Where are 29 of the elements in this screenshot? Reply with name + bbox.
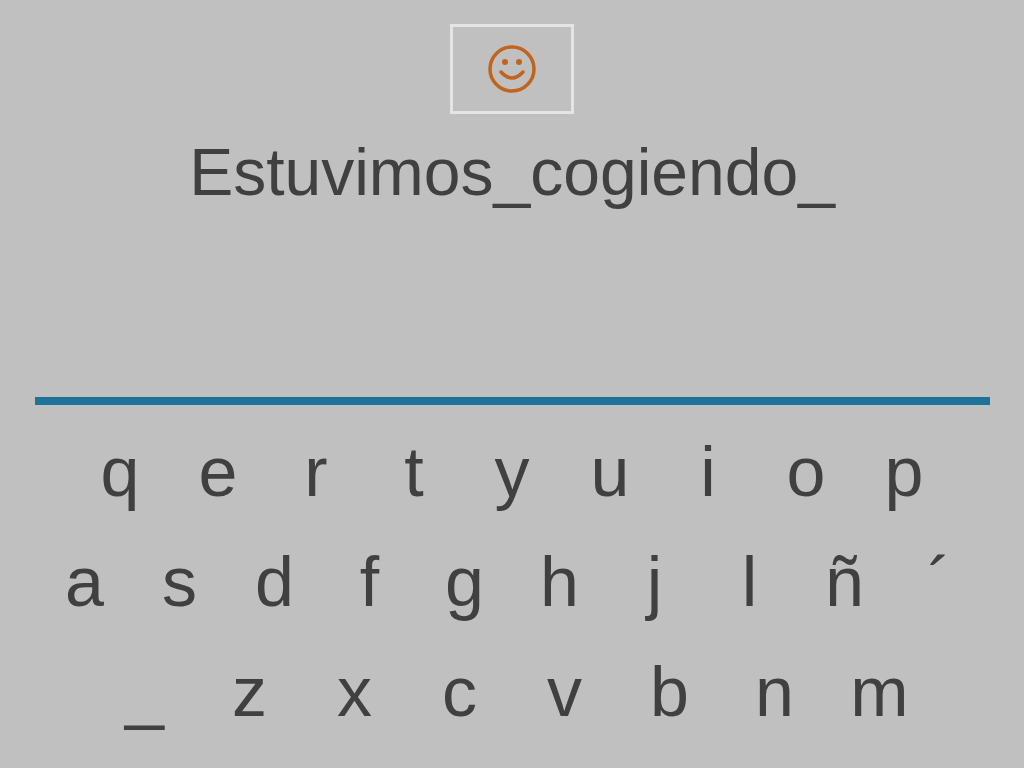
letter-key[interactable]: x (302, 647, 407, 737)
letter-key[interactable]: o (757, 427, 855, 517)
letter-key[interactable]: t (365, 427, 463, 517)
letter-key[interactable]: _ (92, 647, 197, 737)
letter-key[interactable]: e (169, 427, 267, 517)
letter-key[interactable]: s (132, 537, 227, 627)
letter-key[interactable]: g (417, 537, 512, 627)
letter-key[interactable]: l (702, 537, 797, 627)
phrase-text: Estuvimos_cogiendo_ (189, 134, 835, 211)
letter-key[interactable]: z (197, 647, 302, 737)
letter-key[interactable]: i (659, 427, 757, 517)
letter-key[interactable]: ñ (797, 537, 892, 627)
letter-key[interactable]: u (561, 427, 659, 517)
letter-key[interactable]: j (607, 537, 702, 627)
letter-key[interactable]: m (827, 647, 932, 737)
letter-key[interactable]: p (855, 427, 953, 517)
letter-key[interactable]: c (407, 647, 512, 737)
letter-key[interactable]: q (71, 427, 169, 517)
letter-key[interactable]: r (267, 427, 365, 517)
letter-key[interactable]: v (512, 647, 617, 737)
letter-key[interactable]: a (37, 537, 132, 627)
letter-key[interactable]: ´ (892, 537, 987, 627)
letter-key[interactable]: d (227, 537, 322, 627)
smiley-icon (487, 44, 537, 94)
letter-key[interactable]: n (722, 647, 827, 737)
letter-key[interactable]: y (463, 427, 561, 517)
letter-key[interactable]: f (322, 537, 417, 627)
letter-key[interactable]: b (617, 647, 722, 737)
letter-key[interactable]: h (512, 537, 607, 627)
